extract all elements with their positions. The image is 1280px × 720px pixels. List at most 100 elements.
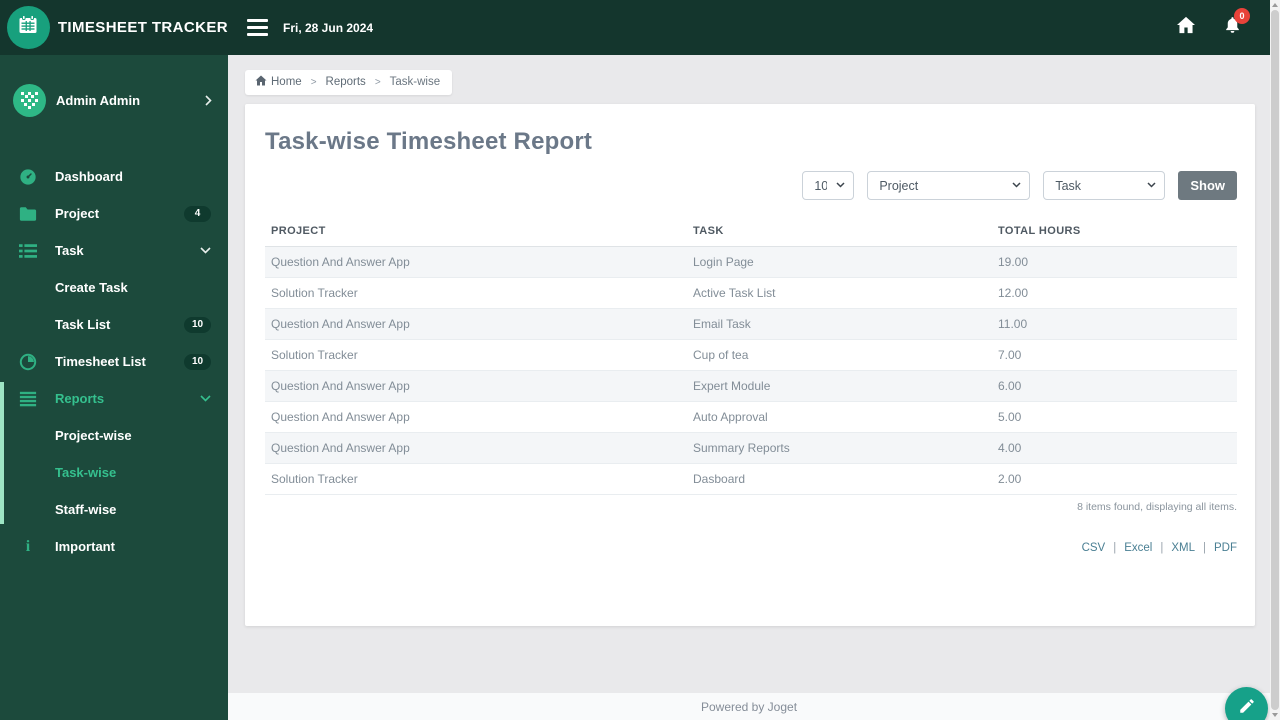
report-card: Task-wise Timesheet Report 10 Project Ta… — [245, 104, 1255, 626]
project-count-badge: 4 — [184, 205, 211, 222]
user-panel[interactable]: Admin Admin — [0, 55, 228, 145]
table-row: Question And Answer App Email Task 11.00 — [265, 308, 1237, 340]
cell-project: Question And Answer App — [265, 308, 687, 340]
sidebar-item-dashboard[interactable]: Dashboard — [0, 158, 228, 195]
topbar-actions: 0 — [1176, 8, 1270, 40]
cell-project: Solution Tracker — [265, 339, 687, 371]
export-xml-link[interactable]: XML — [1171, 542, 1195, 554]
home-icon — [1176, 16, 1196, 39]
menu-toggle-icon[interactable] — [247, 19, 268, 36]
cell-hours: 4.00 — [992, 432, 1237, 464]
export-csv-link[interactable]: CSV — [1082, 542, 1106, 554]
table-row: Question And Answer App Login Page 19.00 — [265, 246, 1237, 278]
cell-task: Dasboard — [687, 463, 992, 495]
page-size-select[interactable]: 10 — [802, 171, 855, 200]
gauge-icon — [18, 168, 38, 186]
page-title: Task-wise Timesheet Report — [265, 128, 593, 155]
home-button[interactable] — [1176, 16, 1196, 39]
cell-project: Solution Tracker — [265, 463, 687, 495]
breadcrumb-label: Task-wise — [389, 76, 441, 88]
cell-hours: 5.00 — [992, 401, 1237, 433]
sidebar-item-label: Project-wise — [55, 428, 132, 443]
cell-project: Question And Answer App — [265, 370, 687, 402]
breadcrumb-home[interactable]: Home — [255, 75, 302, 89]
report-table: PROJECT TASK TOTAL HOURS Question And An… — [265, 217, 1237, 495]
pencil-icon — [1238, 697, 1256, 720]
export-separator: | — [1160, 542, 1164, 554]
export-pdf-link[interactable]: PDF — [1214, 542, 1237, 554]
table-row: Question And Answer App Summary Reports 4.… — [265, 432, 1237, 464]
task-list-count-badge: 10 — [184, 316, 211, 333]
column-header-task: TASK — [687, 217, 992, 247]
sidebar-item-task-list[interactable]: Task List 10 — [0, 306, 228, 343]
table-header-row: PROJECT TASK TOTAL HOURS — [265, 217, 1237, 247]
chevron-down-icon — [200, 395, 211, 402]
page: TIMESHEET TRACKER Fri, 28 Jun 2024 0 Adm… — [0, 0, 1270, 720]
powered-by-text: Powered by Joget — [700, 699, 798, 714]
cell-task: Login Page — [687, 246, 992, 278]
app-title: TIMESHEET TRACKER — [57, 19, 228, 36]
sidebar-item-important[interactable]: i Important — [0, 528, 228, 565]
project-select-wrap: Project — [867, 171, 1031, 200]
column-header-total-hours: TOTAL HOURS — [992, 217, 1237, 247]
sidebar-item-label: Staff-wise — [55, 502, 117, 517]
project-select[interactable]: Project — [867, 171, 1031, 200]
sidebar-item-project-wise[interactable]: Project-wise — [0, 417, 228, 454]
cell-task: Summary Reports — [687, 432, 992, 464]
sidebar-item-task-wise[interactable]: Task-wise — [0, 454, 228, 491]
reports-group: Reports Project-wise Task-wise Staff-wis… — [0, 380, 228, 528]
export-excel-link[interactable]: Excel — [1124, 542, 1152, 554]
footer: Powered by Joget — [228, 693, 1270, 720]
sidebar-item-label: Important — [55, 539, 115, 554]
sidebar-menu: Dashboard Project 4 Task Create Task Tas… — [0, 145, 228, 565]
breadcrumb-task-wise: Task-wise — [390, 76, 440, 88]
table-row: Solution Tracker Active Task List 12.00 — [265, 277, 1237, 309]
sidebar-item-timesheet-list[interactable]: Timesheet List 10 — [0, 343, 228, 380]
avatar — [13, 83, 46, 117]
scrollbar-thumb[interactable] — [1271, 10, 1279, 710]
clock-pie-icon — [18, 353, 38, 371]
scroll-down-arrow[interactable] — [1272, 713, 1278, 717]
cell-hours: 2.00 — [992, 463, 1237, 495]
sidebar-item-staff-wise[interactable]: Staff-wise — [0, 491, 228, 528]
chevron-right-icon — [205, 94, 212, 106]
task-select-wrap: Task — [1043, 171, 1166, 200]
sidebar-item-reports[interactable]: Reports — [0, 380, 228, 417]
notifications-button[interactable]: 0 — [1223, 8, 1250, 40]
sidebar-item-create-task[interactable]: Create Task — [0, 269, 228, 306]
brand: TIMESHEET TRACKER — [0, 6, 228, 49]
breadcrumb: Home > Reports > Task-wise — [245, 70, 453, 95]
sidebar-item-task[interactable]: Task — [0, 232, 228, 269]
cell-task: Email Task — [687, 308, 992, 340]
calendar-icon — [16, 13, 40, 42]
show-button[interactable]: Show — [1178, 171, 1237, 200]
breadcrumb-separator: > — [310, 76, 317, 88]
home-icon — [255, 75, 267, 89]
cell-hours: 6.00 — [992, 370, 1237, 402]
cell-hours: 7.00 — [992, 339, 1237, 371]
cell-task: Auto Approval — [687, 401, 992, 433]
chevron-down-icon — [200, 247, 211, 254]
info-icon: i — [25, 537, 31, 555]
task-select[interactable]: Task — [1043, 171, 1166, 200]
breadcrumb-reports[interactable]: Reports — [326, 76, 366, 88]
cell-hours: 11.00 — [992, 308, 1237, 340]
app-logo — [7, 6, 50, 49]
export-separator: | — [1113, 542, 1117, 554]
breadcrumb-label: Home — [271, 76, 302, 88]
main-content: Home > Reports > Task-wise Task-wise Tim… — [228, 55, 1270, 720]
cell-project: Question And Answer App — [265, 432, 687, 464]
sidebar-item-label: Reports — [55, 391, 105, 406]
column-header-project: PROJECT — [265, 217, 687, 247]
page-size-select-wrap: 10 — [802, 171, 855, 200]
cell-project: Question And Answer App — [265, 401, 687, 433]
current-date: Fri, 28 Jun 2024 — [283, 20, 374, 35]
scroll-up-arrow[interactable] — [1272, 3, 1278, 7]
table-row: Question And Answer App Auto Approval 5.00 — [265, 401, 1237, 433]
cell-project: Solution Tracker — [265, 277, 687, 309]
window-scrollbar[interactable] — [1270, 0, 1280, 720]
sidebar-item-project[interactable]: Project 4 — [0, 195, 228, 232]
cell-project: Question And Answer App — [265, 246, 687, 278]
export-links: CSV | Excel | XML | PDF — [265, 542, 1237, 554]
table-row: Question And Answer App Expert Module 6.00 — [265, 370, 1237, 402]
